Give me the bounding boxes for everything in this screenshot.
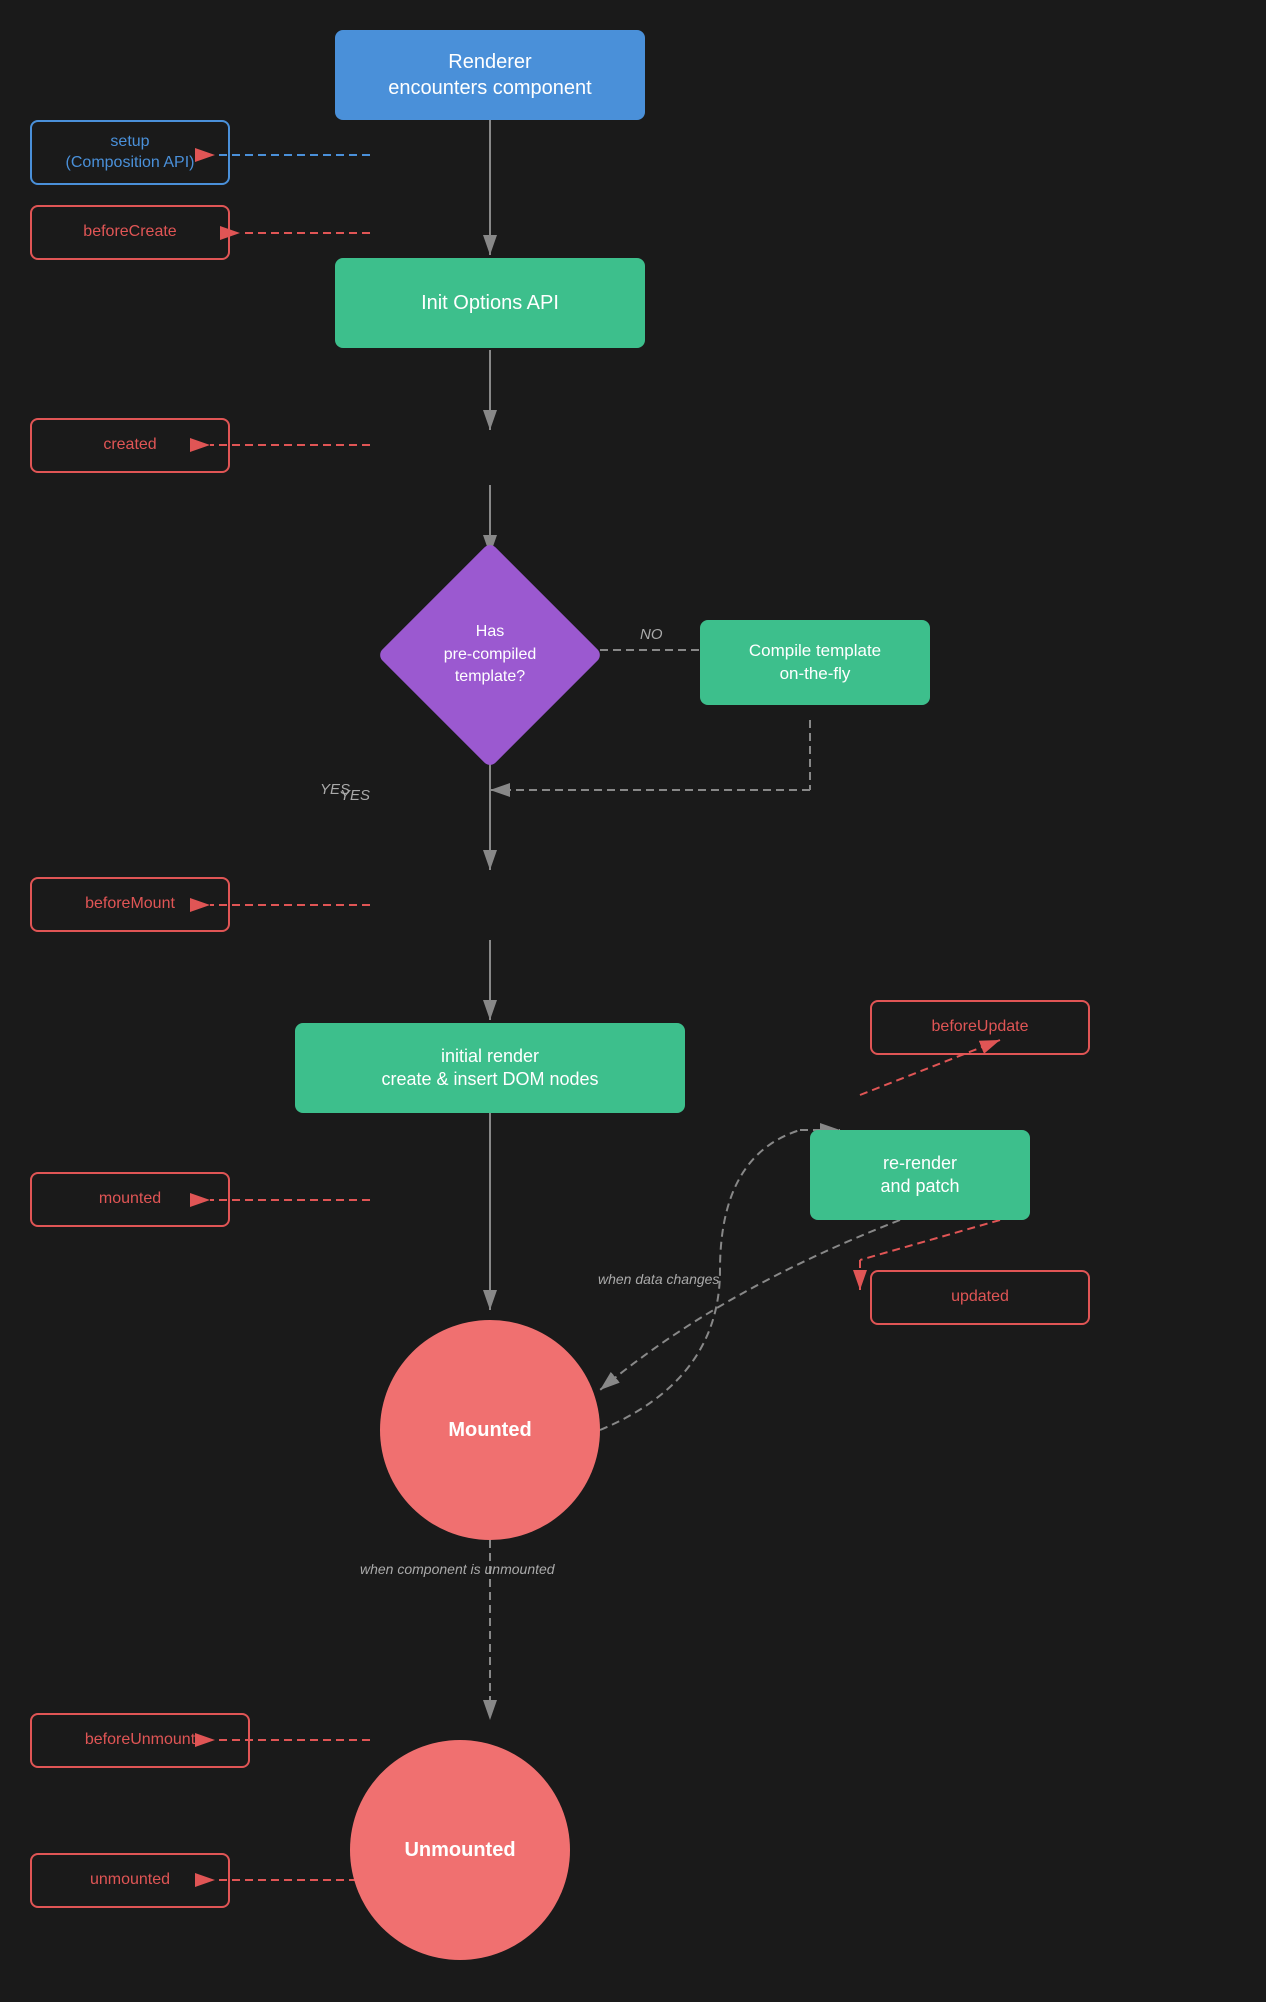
when-unmounted-label: when component is unmounted [360,1560,555,1578]
before-create-box: beforeCreate [30,205,230,260]
mounted-circle: Mounted [380,1320,600,1540]
lifecycle-diagram: YES NO YES when data changes wh [0,0,1266,2002]
has-template-diamond: Has pre-compiled template? [380,545,600,765]
setup-box: setup (Composition API) [30,120,230,185]
initial-render-box: initial render create & insert DOM nodes [295,1023,685,1113]
unmounted-hook-box: unmounted [30,1853,230,1908]
renderer-box: Renderer encounters component [335,30,645,120]
updated-box: updated [870,1270,1090,1325]
yes-label: YES [320,780,350,800]
created-box: created [30,418,230,473]
before-mount-box: beforeMount [30,877,230,932]
init-options-box: Init Options API [335,258,645,348]
before-unmount-box: beforeUnmount [30,1713,250,1768]
unmounted-circle: Unmounted [350,1740,570,1960]
when-data-changes-label: when data changes [598,1270,719,1288]
no-label: NO [640,625,663,645]
compile-template-box: Compile template on-the-fly [700,620,930,705]
mounted-hook-box: mounted [30,1172,230,1227]
re-render-box: re-render and patch [810,1130,1030,1220]
before-update-box: beforeUpdate [870,1000,1090,1055]
